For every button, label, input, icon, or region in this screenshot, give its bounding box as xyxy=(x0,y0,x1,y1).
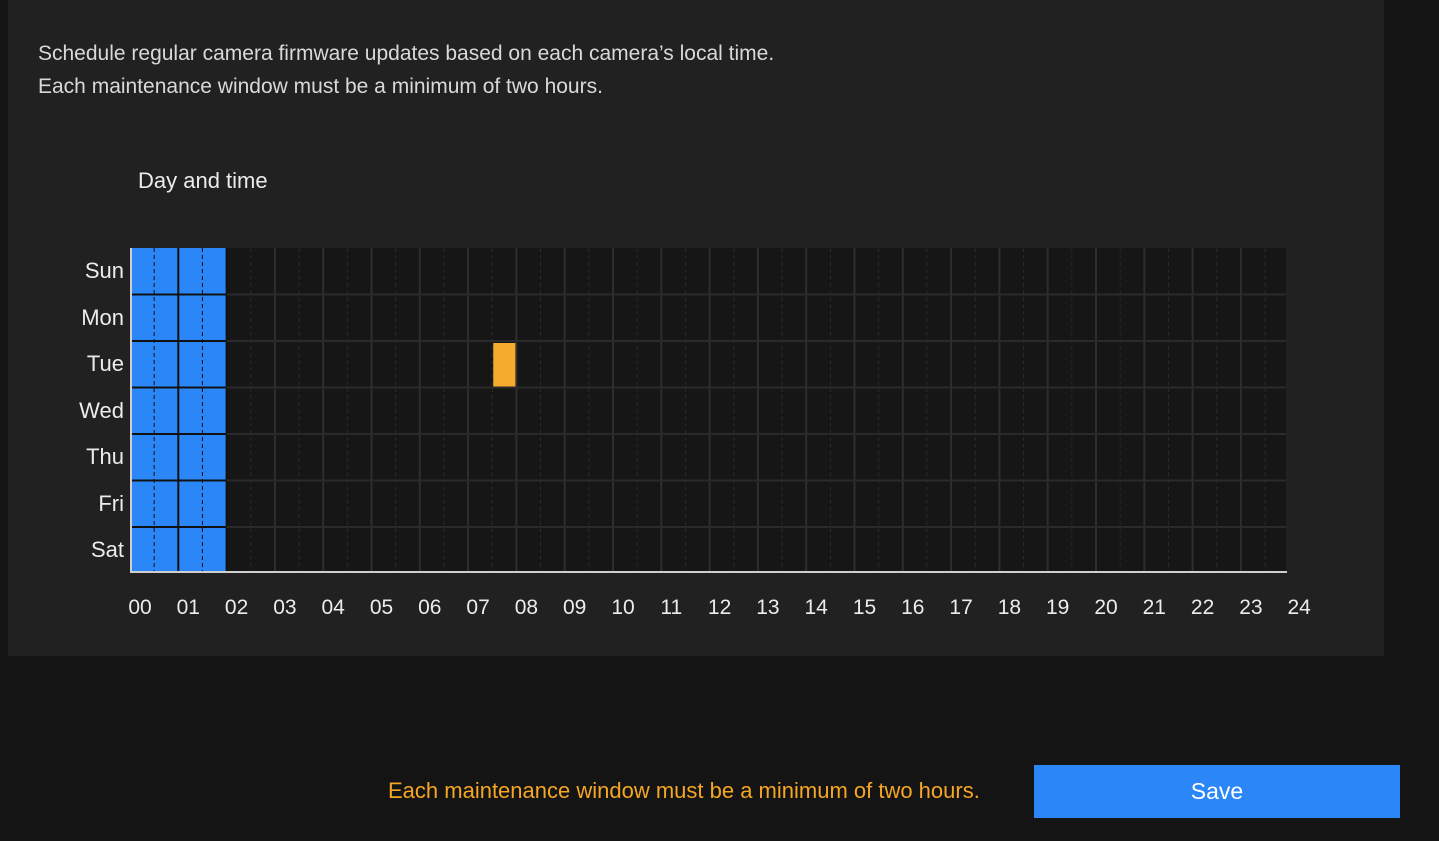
description: Schedule regular camera firmware updates… xyxy=(38,37,774,103)
hour-label-04: 04 xyxy=(321,596,345,619)
hour-label-01: 01 xyxy=(176,596,200,619)
hour-label-21: 21 xyxy=(1142,596,1166,619)
day-label-tue: Tue xyxy=(86,351,124,376)
hour-label-08: 08 xyxy=(514,596,539,619)
hour-label-19: 19 xyxy=(1046,596,1070,619)
x-axis-line xyxy=(130,571,1287,573)
schedule-grid-canvas[interactable] xyxy=(130,248,1286,573)
description-line-1: Schedule regular camera firmware updates… xyxy=(38,42,775,65)
day-label-wed: Wed xyxy=(79,397,124,423)
hour-label-14: 14 xyxy=(804,596,828,619)
hour-label-23: 23 xyxy=(1239,596,1263,619)
day-labels: Sun Mon Tue Wed Thu Fri Sat xyxy=(40,248,124,574)
hour-label-12: 12 xyxy=(707,596,732,619)
hour-label-18: 18 xyxy=(997,596,1022,619)
day-label-mon: Mon xyxy=(81,304,124,330)
hour-label-17: 17 xyxy=(949,596,973,619)
hour-label-22: 22 xyxy=(1190,596,1215,619)
hour-label-20: 20 xyxy=(1094,596,1118,619)
hour-label-07: 07 xyxy=(466,596,490,619)
description-line-2: Each maintenance window must be a minimu… xyxy=(38,75,603,98)
schedule-grid[interactable] xyxy=(130,248,1287,573)
hour-label-00: 00 xyxy=(128,596,152,619)
hour-label-13: 13 xyxy=(756,596,780,619)
hour-label-24: 24 xyxy=(1287,596,1311,619)
day-label-thu: Thu xyxy=(86,444,124,469)
hour-label-09: 09 xyxy=(563,596,587,619)
save-button[interactable]: Save xyxy=(1034,765,1400,818)
y-axis-line xyxy=(130,248,132,573)
hour-label-16: 16 xyxy=(901,596,925,619)
hour-label-15: 15 xyxy=(852,596,877,619)
day-and-time-label: Day and time xyxy=(138,168,268,193)
hour-label-06: 06 xyxy=(418,596,442,619)
day-label-sun: Sun xyxy=(84,258,124,283)
hour-labels: 00 01 02 03 04 05 06 07 08 09 10 11 12 13 14 15 16 17 18 19… xyxy=(128,596,1330,624)
day-label-sat: Sat xyxy=(90,537,124,562)
hour-label-11: 11 xyxy=(660,596,683,619)
hour-label-03: 03 xyxy=(273,596,297,619)
minimum-window-warning: Each maintenance window must be a minimu… xyxy=(388,778,980,803)
hour-label-10: 10 xyxy=(611,596,635,619)
day-label-fri: Fri xyxy=(98,490,124,516)
hour-label-05: 05 xyxy=(369,596,394,619)
invalid-window-tue[interactable] xyxy=(493,343,516,387)
hour-label-02: 02 xyxy=(224,596,249,619)
